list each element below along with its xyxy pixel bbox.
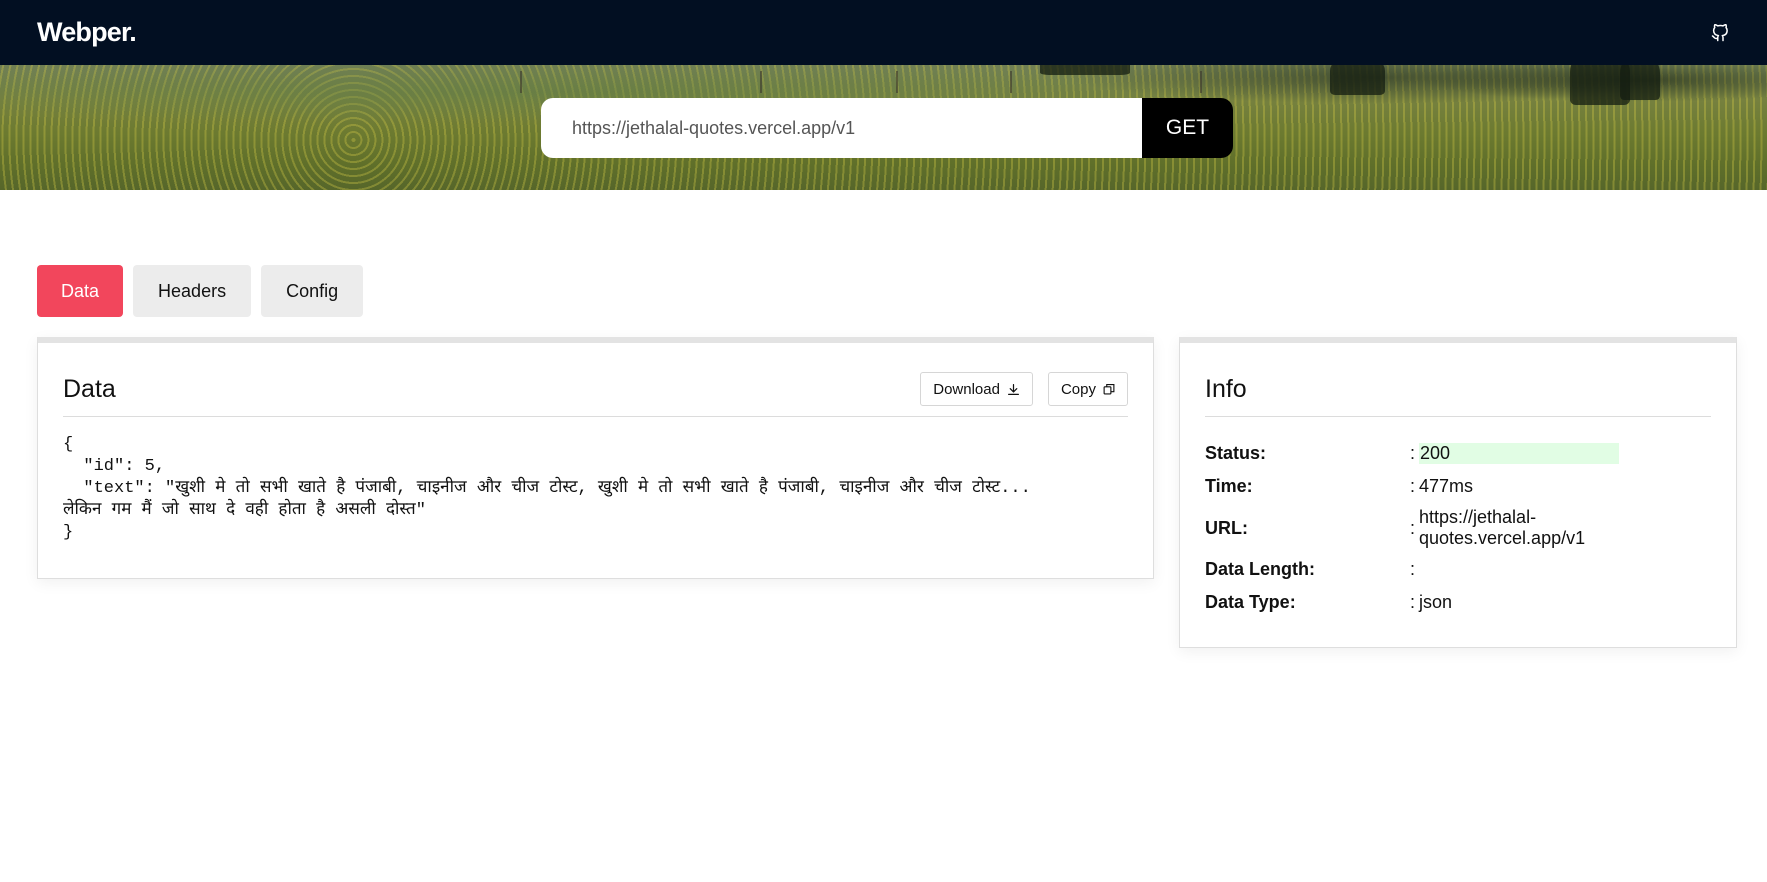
fence-post bbox=[1200, 71, 1202, 93]
info-label: Data Type: bbox=[1205, 592, 1296, 612]
github-icon[interactable] bbox=[1709, 22, 1731, 44]
info-panel-header: Info bbox=[1205, 368, 1711, 417]
data-panel-title: Data bbox=[63, 374, 116, 403]
data-panel-header: Data Download Copy bbox=[63, 368, 1128, 417]
brand-logo[interactable]: Webper. bbox=[37, 17, 137, 48]
tree-shape bbox=[1330, 65, 1385, 95]
download-label: Download bbox=[933, 380, 1000, 398]
fence-post bbox=[760, 71, 762, 93]
info-colon: : bbox=[1410, 443, 1416, 463]
info-colon: : bbox=[1410, 476, 1416, 496]
get-button[interactable]: GET bbox=[1142, 98, 1233, 158]
tree-shape bbox=[1040, 65, 1130, 75]
info-colon: : bbox=[1410, 592, 1416, 612]
info-list: Status: : 200 Time: : 477ms URL: : https… bbox=[1205, 437, 1711, 619]
top-navbar: Webper. bbox=[0, 0, 1767, 65]
download-icon bbox=[1007, 383, 1020, 396]
info-label: URL: bbox=[1205, 517, 1248, 538]
download-button[interactable]: Download bbox=[920, 372, 1033, 406]
fence-post bbox=[896, 71, 898, 93]
info-row-time: Time: : 477ms bbox=[1205, 470, 1711, 503]
info-panel: Info Status: : 200 Time: : 477ms URL: : … bbox=[1179, 337, 1737, 648]
info-value: 477ms bbox=[1419, 476, 1474, 496]
info-colon: : bbox=[1410, 559, 1416, 579]
tab-config[interactable]: Config bbox=[261, 265, 364, 317]
response-tabs: Data Headers Config bbox=[37, 265, 364, 317]
fence-post bbox=[1010, 71, 1012, 93]
info-row-data-type: Data Type: : json bbox=[1205, 586, 1711, 619]
info-panel-title: Info bbox=[1205, 374, 1247, 403]
data-panel: Data Download Copy {"id": 5, "text": "ख… bbox=[37, 337, 1154, 579]
info-label: Data Length: bbox=[1205, 559, 1315, 579]
url-input[interactable] bbox=[541, 98, 1142, 158]
copy-button[interactable]: Copy bbox=[1047, 372, 1128, 406]
info-value: https://jethalal-quotes.vercel.app/v1 bbox=[1419, 507, 1586, 548]
status-badge: 200 bbox=[1419, 443, 1619, 464]
info-label: Status: bbox=[1205, 443, 1267, 463]
info-label: Time: bbox=[1205, 476, 1253, 496]
fence-post bbox=[520, 71, 522, 93]
tab-headers[interactable]: Headers bbox=[133, 265, 252, 317]
info-colon: : bbox=[1410, 517, 1416, 538]
request-bar: GET bbox=[541, 98, 1233, 158]
tree-shape bbox=[1620, 65, 1660, 100]
tab-data[interactable]: Data bbox=[37, 265, 124, 317]
info-row-url: URL: : https://jethalal-quotes.vercel.ap… bbox=[1205, 503, 1711, 553]
json-response: { "id": 5, "text": "खुशी मे तो सभी खाते … bbox=[63, 435, 1031, 542]
info-row-status: Status: : 200 bbox=[1205, 437, 1711, 470]
copy-label: Copy bbox=[1060, 380, 1096, 398]
data-actions: Download Copy bbox=[920, 372, 1128, 406]
info-value: json bbox=[1419, 592, 1453, 612]
info-row-data-length: Data Length: : bbox=[1205, 553, 1711, 586]
copy-icon bbox=[1103, 383, 1115, 395]
